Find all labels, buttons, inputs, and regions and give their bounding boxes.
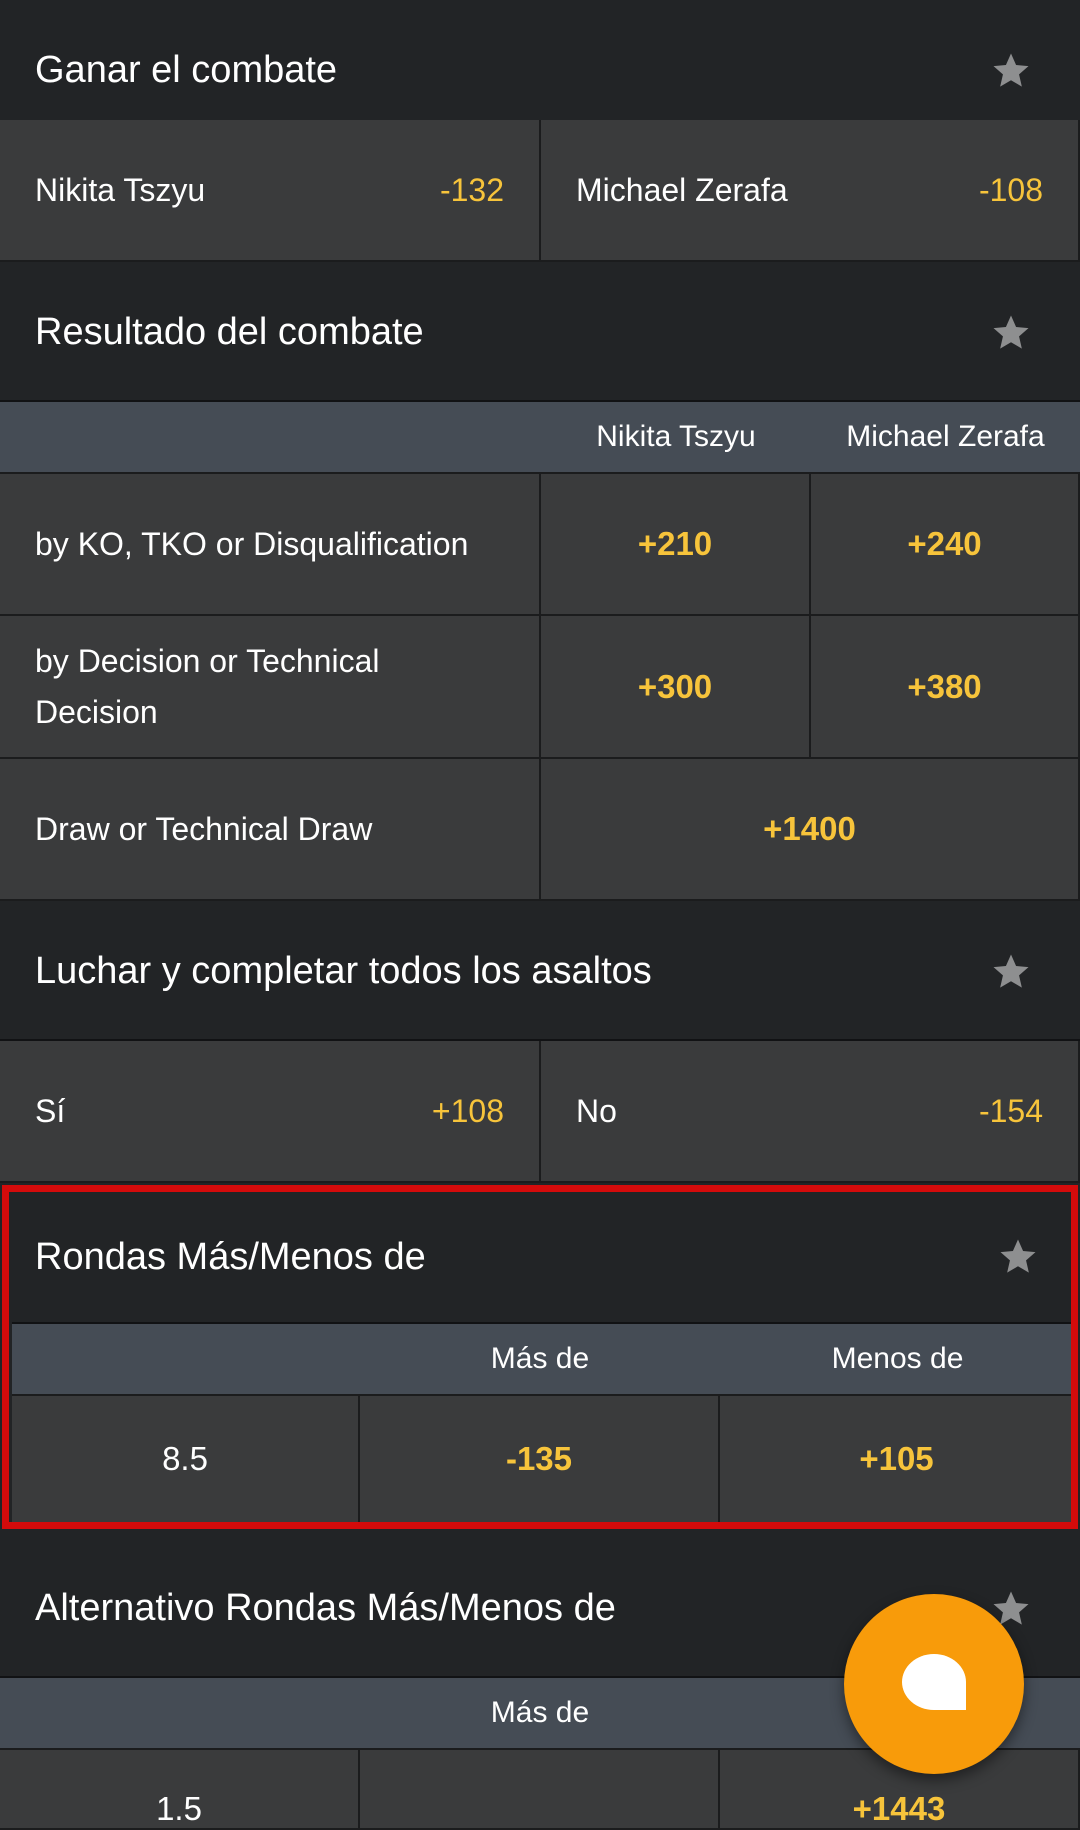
- market-title: Rondas Más/Menos de: [35, 1236, 426, 1278]
- odds-value: +1400: [763, 810, 856, 847]
- star-icon[interactable]: [990, 50, 1032, 92]
- odds-button[interactable]: +105: [720, 1396, 1075, 1524]
- odds-value: -108: [978, 171, 1043, 208]
- market-title: Alternativo Rondas Más/Menos de: [35, 1587, 616, 1629]
- outcome-win-right[interactable]: Michael Zerafa -108: [541, 120, 1080, 262]
- column-header: Nikita Tszyu: [596, 420, 756, 453]
- odds-value: -135: [505, 1440, 573, 1477]
- odds-button[interactable]: +380: [811, 616, 1080, 759]
- odds-value: +300: [637, 667, 713, 705]
- column-header: Más de: [490, 1342, 590, 1375]
- odds-button[interactable]: +210: [541, 474, 811, 616]
- row-label: by KO, TKO or Disqualification: [35, 525, 469, 562]
- column-header: Michael Zerafa: [846, 420, 1045, 453]
- star-icon[interactable]: [990, 951, 1032, 993]
- odds-value: +210: [637, 525, 713, 562]
- market-title: Resultado del combate: [35, 311, 424, 353]
- outcome-name: Michael Zerafa: [576, 171, 788, 208]
- odds-value: +1443: [852, 1790, 946, 1827]
- column-header-row: Nikita Tszyu Michael Zerafa: [0, 402, 1080, 474]
- column-header: Más de: [490, 1696, 590, 1729]
- outcome-distance-left[interactable]: Sí +108: [0, 1041, 541, 1183]
- market-header-distance: Luchar y completar todos los asaltos: [0, 901, 1080, 1041]
- row-label: Draw or Technical Draw: [35, 810, 373, 847]
- odds-button[interactable]: -135: [360, 1396, 720, 1524]
- column-header-row: Más de Menos de: [12, 1324, 1075, 1396]
- odds-value: -132: [439, 171, 504, 208]
- outcome-win-left[interactable]: Nikita Tszyu -132: [0, 120, 541, 262]
- star-icon[interactable]: [990, 312, 1032, 354]
- star-icon[interactable]: [997, 1236, 1039, 1278]
- market-title: Luchar y completar todos los asaltos: [35, 950, 652, 992]
- odds-button[interactable]: +1400: [541, 759, 1080, 901]
- odds-value: +380: [907, 667, 982, 705]
- market-header-rounds: Rondas Más/Menos de: [12, 1190, 1075, 1324]
- row-label: by Decision or Technical Decision: [35, 642, 380, 730]
- odds-value: +240: [907, 525, 982, 562]
- outcome-name: Sí: [35, 1092, 66, 1129]
- row-label-cell: by Decision or Technical Decision: [0, 616, 541, 759]
- outcome-distance-right[interactable]: No -154: [541, 1041, 1080, 1183]
- market-header-win: Ganar el combate: [0, 0, 1080, 140]
- outcome-name: No: [576, 1092, 617, 1129]
- column-header: Menos de: [831, 1342, 964, 1375]
- market-header-result: Resultado del combate: [0, 262, 1080, 402]
- line-cell: 8.5: [12, 1396, 360, 1524]
- line-value: 8.5: [162, 1440, 208, 1477]
- line-value: 1.5: [156, 1790, 202, 1827]
- chat-bubble-icon: [902, 1654, 966, 1710]
- row-label-cell: by KO, TKO or Disqualification: [0, 474, 541, 616]
- odds-button[interactable]: +300: [541, 616, 811, 759]
- odds-button[interactable]: +240: [811, 474, 1080, 616]
- outcome-name: Nikita Tszyu: [35, 171, 206, 208]
- odds-value: -154: [978, 1092, 1043, 1129]
- odds-value: +105: [859, 1440, 934, 1477]
- line-cell: 1.5: [0, 1750, 360, 1830]
- market-title: Ganar el combate: [35, 49, 338, 91]
- chat-button[interactable]: [844, 1594, 1024, 1774]
- row-label-cell: Draw or Technical Draw: [0, 759, 541, 901]
- odds-button[interactable]: [360, 1750, 720, 1830]
- odds-value: +108: [431, 1092, 504, 1129]
